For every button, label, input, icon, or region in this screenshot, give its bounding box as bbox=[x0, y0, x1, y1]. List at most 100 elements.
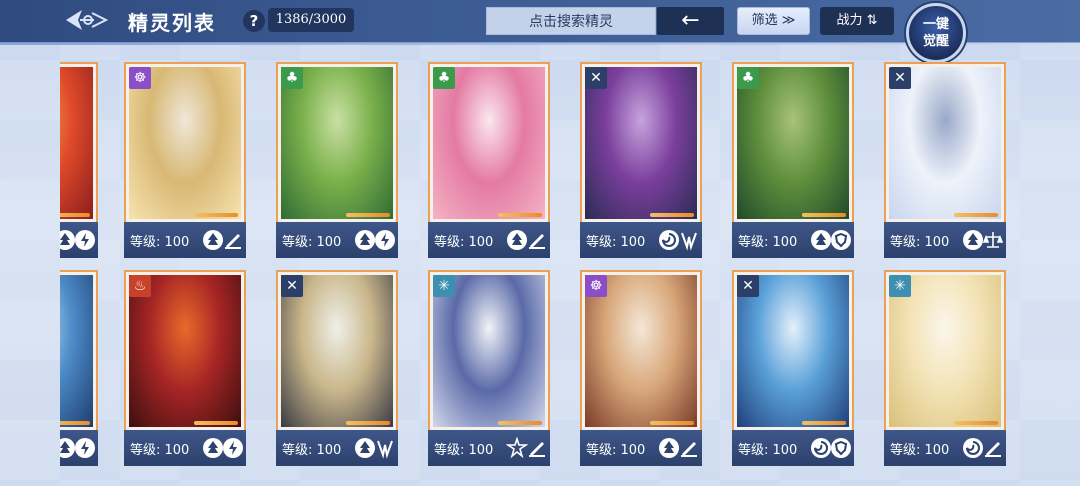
spirit-card[interactable]: ♣ 等级: 100 bbox=[276, 62, 398, 258]
tree-icon bbox=[659, 438, 679, 458]
leaf-element-icon: ♣ bbox=[737, 67, 759, 89]
spirit-portrait bbox=[281, 275, 393, 427]
bolt-icon bbox=[223, 438, 243, 458]
spirit-card[interactable]: ♣ 等级: 100 bbox=[732, 62, 854, 258]
shield-icon bbox=[831, 230, 851, 250]
spirit-card[interactable]: ✕ 等级: 100 bbox=[276, 270, 398, 466]
rarity-stars bbox=[802, 421, 846, 425]
spirit-portrait bbox=[129, 67, 241, 219]
tree-icon bbox=[203, 438, 223, 458]
shield-icon bbox=[831, 438, 851, 458]
swirl-icon bbox=[963, 438, 983, 458]
pen-icon bbox=[529, 442, 545, 457]
fire-element-icon: ♨ bbox=[129, 275, 151, 297]
fang-icon bbox=[681, 232, 697, 251]
rarity-stars bbox=[802, 213, 846, 217]
spirit-card[interactable]: ✕ 等级: 100 bbox=[884, 62, 1006, 258]
dark-element-icon: ✕ bbox=[889, 67, 911, 89]
bolt-icon bbox=[75, 438, 95, 458]
swirl-icon bbox=[659, 230, 679, 250]
level-label: 等级: 100 bbox=[586, 443, 646, 458]
level-label: 等级: 100 bbox=[434, 235, 494, 250]
spirit-portrait bbox=[737, 275, 849, 427]
tree-icon bbox=[355, 230, 375, 250]
card-info-bar: 等级: 100 bbox=[732, 222, 854, 258]
spirit-card[interactable]: ✳ 等级: 100 bbox=[428, 270, 550, 466]
level-label: 等级: 100 bbox=[282, 235, 342, 250]
spirit-card[interactable]: ✕ 等级: 100 bbox=[732, 270, 854, 466]
pen-icon bbox=[681, 442, 697, 457]
help-icon[interactable]: ? bbox=[243, 10, 265, 32]
dark-element-icon: ✕ bbox=[737, 275, 759, 297]
rarity-stars bbox=[498, 421, 542, 425]
tree-icon bbox=[355, 438, 375, 458]
page-title: 精灵列表 bbox=[128, 11, 216, 35]
level-label: 等级: 100 bbox=[434, 443, 494, 458]
spirit-card[interactable]: ✦等级: 100 bbox=[60, 62, 98, 258]
spirit-card[interactable]: ♨ 等级: 100 bbox=[124, 270, 246, 466]
card-info-bar: 等级: 100 bbox=[428, 222, 550, 258]
spirit-card[interactable]: ☸ 等级: 100 bbox=[580, 270, 702, 466]
card-info-bar: 等级: 100 bbox=[732, 430, 854, 466]
card-info-bar: 等级: 100 bbox=[60, 222, 98, 258]
tree-icon bbox=[203, 230, 223, 250]
spirit-card[interactable]: ♣ 等级: 100 bbox=[428, 62, 550, 258]
ice-element-icon: ✳ bbox=[433, 275, 455, 297]
filter-button[interactable]: 筛选 ≫ bbox=[737, 7, 810, 35]
level-label: 等级: 100 bbox=[282, 443, 342, 458]
spirit-portrait bbox=[889, 67, 1001, 219]
rarity-stars bbox=[650, 421, 694, 425]
ice-element-icon: ✳ bbox=[889, 275, 911, 297]
partial-card-clip: ✦等级: 100 bbox=[60, 270, 98, 466]
tree-icon bbox=[963, 230, 983, 250]
one-click-awaken-button[interactable]: 一键 觉醒 bbox=[906, 3, 966, 63]
card-info-bar: 等级: 100 bbox=[884, 430, 1006, 466]
card-info-bar: 等级: 100 bbox=[276, 430, 398, 466]
spirit-count: 1386/3000 bbox=[268, 8, 354, 32]
card-info-bar: 等级: 100 bbox=[580, 222, 702, 258]
star-icon bbox=[506, 437, 528, 459]
awaken-label-line1: 一键 bbox=[922, 17, 949, 32]
pen-icon bbox=[985, 442, 1001, 457]
bolt-icon bbox=[75, 230, 95, 250]
rarity-stars bbox=[60, 421, 90, 425]
swirl-icon bbox=[811, 438, 831, 458]
search-input[interactable]: 点击搜索精灵 bbox=[486, 7, 656, 35]
spirit-portrait bbox=[281, 67, 393, 219]
rarity-stars bbox=[194, 421, 238, 425]
card-info-bar: 等级: 100 bbox=[580, 430, 702, 466]
spirit-portrait bbox=[60, 67, 93, 219]
spirit-portrait bbox=[737, 67, 849, 219]
level-label: 等级: 100 bbox=[738, 443, 798, 458]
tree-icon bbox=[811, 230, 831, 250]
rarity-stars bbox=[346, 421, 390, 425]
level-label: 等级: 100 bbox=[890, 443, 950, 458]
sort-power-button[interactable]: 战力 ⇅ bbox=[820, 7, 894, 35]
spirit-portrait bbox=[585, 67, 697, 219]
spirit-card[interactable]: ☸ 等级: 100 bbox=[124, 62, 246, 258]
rarity-stars bbox=[194, 213, 238, 217]
leaf-element-icon: ♣ bbox=[281, 67, 303, 89]
rarity-stars bbox=[650, 213, 694, 217]
search-back-button[interactable]: ← bbox=[657, 7, 724, 35]
pen-icon bbox=[529, 234, 545, 249]
card-info-bar: 等级: 100 bbox=[124, 430, 246, 466]
spirit-portrait bbox=[433, 67, 545, 219]
rarity-stars bbox=[954, 213, 998, 217]
partial-card-clip: ✦等级: 100 bbox=[60, 62, 98, 258]
spirit-card[interactable]: ✳ 等级: 100 bbox=[884, 270, 1006, 466]
awaken-label-line2: 觉醒 bbox=[922, 34, 949, 49]
spirit-portrait bbox=[60, 275, 93, 427]
level-label: 等级: 100 bbox=[890, 235, 950, 250]
spirit-card[interactable]: ✕ 等级: 100 bbox=[580, 62, 702, 258]
back-wing-icon[interactable] bbox=[64, 5, 114, 35]
tree-icon bbox=[507, 230, 527, 250]
card-info-bar: 等级: 100 bbox=[124, 222, 246, 258]
spirit-portrait bbox=[585, 275, 697, 427]
card-info-bar: 等级: 100 bbox=[276, 222, 398, 258]
spirit-card[interactable]: ✦等级: 100 bbox=[60, 270, 98, 466]
dark-element-icon: ✕ bbox=[585, 67, 607, 89]
card-info-bar: 等级: 100 bbox=[428, 430, 550, 466]
leaf-element-icon: ♣ bbox=[433, 67, 455, 89]
demon-element-icon: ☸ bbox=[129, 67, 151, 89]
